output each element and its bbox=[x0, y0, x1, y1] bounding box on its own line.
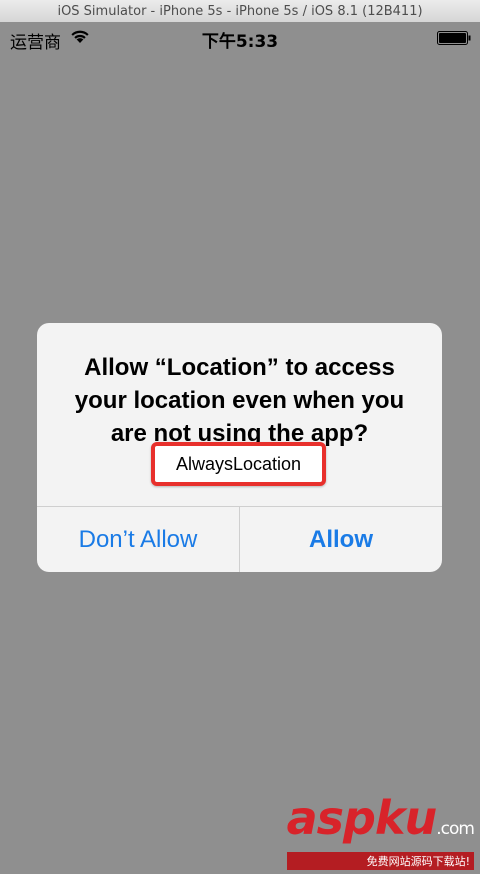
alert-message-highlight: AlwaysLocation bbox=[151, 442, 326, 486]
watermark-logo-text: aspku bbox=[286, 791, 438, 845]
alert-title: Allow “Location” to access your location… bbox=[74, 354, 405, 447]
watermark-logo: aspku.com bbox=[287, 795, 475, 852]
simulator-titlebar: iOS Simulator - iPhone 5s - iPhone 5s / … bbox=[0, 0, 480, 23]
watermark-tagline: 免费网站源码下载站! bbox=[286, 852, 474, 870]
status-time: 下午5:33 bbox=[201, 32, 279, 52]
status-bar: 运营商 下午5:33 bbox=[0, 22, 480, 56]
allow-button[interactable]: Allow bbox=[240, 507, 442, 572]
alert-message: AlwaysLocation bbox=[175, 453, 302, 474]
site-watermark: aspku.com 免费网站源码下载站! bbox=[286, 795, 475, 870]
dont-allow-button[interactable]: Don’t Allow bbox=[37, 507, 239, 572]
alert-button-row: Don’t Allow Allow bbox=[37, 506, 442, 572]
window-title: iOS Simulator - iPhone 5s - iPhone 5s / … bbox=[57, 3, 423, 19]
watermark-logo-suffix: .com bbox=[436, 819, 475, 839]
battery-icon bbox=[437, 31, 471, 45]
